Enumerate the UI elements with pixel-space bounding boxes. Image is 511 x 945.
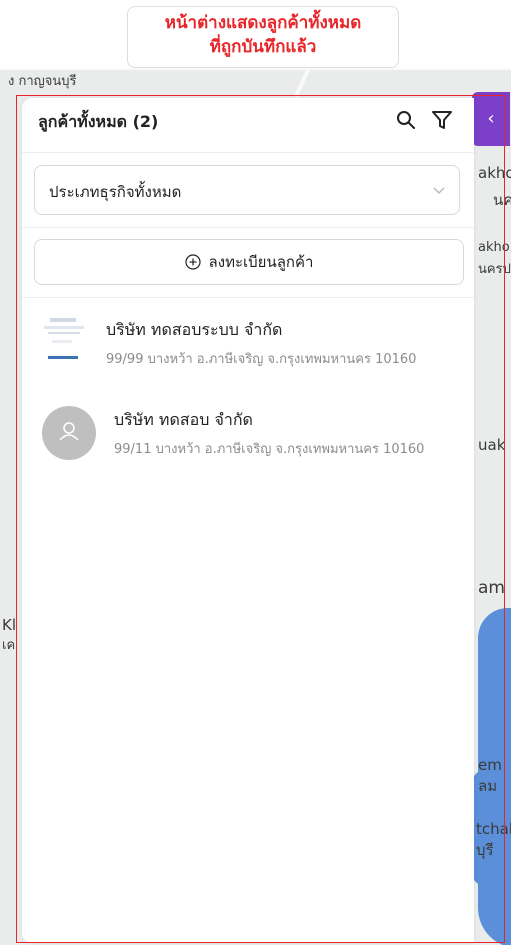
customer-address: 99/99 บางหว้า อ.ภาษีเจริญ จ.กรุงเทพมหานค… — [106, 352, 417, 367]
chevron-down-icon — [433, 187, 445, 195]
map-label: em — [478, 756, 502, 774]
map-label: บุรี — [476, 841, 494, 859]
annotation-callout: หน้าต่างแสดงลูกค้าทั้งหมด ที่ถูกบันทึกแล… — [127, 6, 399, 68]
customer-address: 99/11 บางหว้า อ.ภาษีเจริญ จ.กรุงเทพมหานค… — [114, 442, 425, 457]
customer-name: บริษัท ทดสอบระบบ จำกัด — [106, 320, 283, 339]
map-label: นครป — [478, 262, 511, 277]
business-type-value: ประเภทธุรกิจทั้งหมด — [49, 183, 182, 201]
divider — [22, 297, 474, 298]
panel-header: ลูกค้าทั้งหมด (2) — [22, 98, 474, 153]
avatar — [42, 406, 96, 460]
customer-list-item[interactable]: บริษัท ทดสอบ จำกัด 99/11 บางหว้า อ.ภาษีเ… — [22, 406, 474, 476]
map-label: akho — [478, 164, 511, 182]
map-label: Kl — [2, 616, 17, 634]
customer-list-panel: ลูกค้าทั้งหมด (2) ประเภทธุรกิจทั้งหมด ลง… — [22, 98, 474, 943]
filter-icon[interactable] — [430, 108, 454, 132]
map-label: am — [478, 578, 505, 598]
user-placeholder-icon — [59, 422, 79, 441]
map-label: นค — [493, 191, 511, 209]
customer-name: บริษัท ทดสอบ จำกัด — [114, 410, 253, 429]
collapse-panel-tab[interactable]: ‹ — [472, 92, 510, 146]
company-logo — [44, 318, 84, 359]
chevron-left-icon: ‹ — [487, 108, 495, 129]
map-label: uak — [478, 436, 506, 454]
annotation-line-1: หน้าต่างแสดงลูกค้าทั้งหมด — [164, 13, 362, 33]
map-label: akho — [478, 240, 510, 255]
register-customer-button[interactable]: ลงทะเบียนลูกค้า — [34, 239, 464, 285]
business-type-select[interactable]: ประเภทธุรกิจทั้งหมด — [34, 165, 460, 215]
map-label: เค — [2, 638, 16, 653]
customer-list-item[interactable]: บริษัท ทดสอบระบบ จำกัด 99/99 บางหว้า อ.ภ… — [22, 316, 474, 386]
search-icon[interactable] — [394, 108, 418, 132]
register-customer-label: ลงทะเบียนลูกค้า — [208, 253, 314, 271]
panel-title: ลูกค้าทั้งหมด (2) — [38, 112, 159, 131]
map-label: ง กาญจนบุรี — [8, 74, 77, 89]
map-label: tchab — [476, 820, 511, 838]
plus-circle-icon — [184, 254, 201, 270]
annotation-line-2: ที่ถูกบันทึกแล้ว — [209, 37, 317, 57]
map-label: ลม — [478, 777, 498, 795]
divider — [22, 227, 474, 228]
